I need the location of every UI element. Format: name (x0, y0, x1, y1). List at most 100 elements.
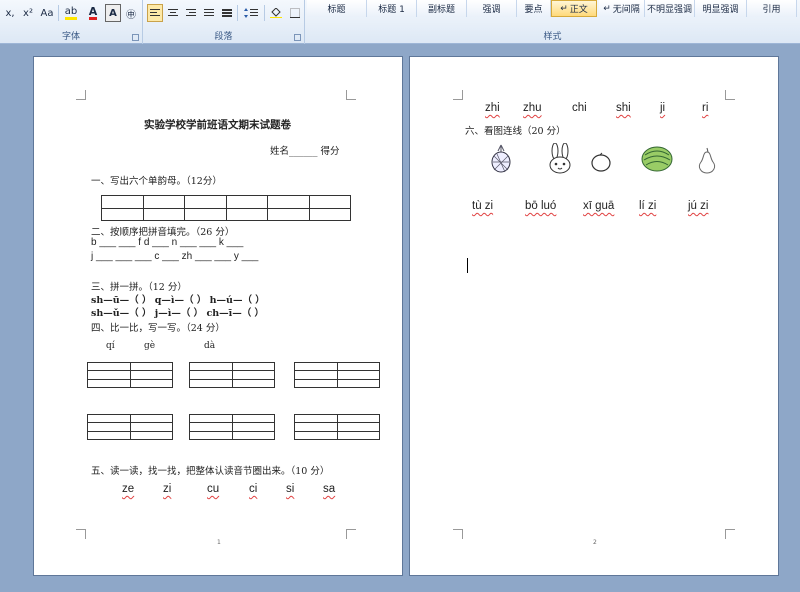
distributed-icon (222, 8, 232, 17)
font-dialog-launcher[interactable] (132, 34, 139, 41)
align-center-button[interactable] (165, 4, 181, 22)
syllable: shi (616, 102, 631, 114)
text-cursor (467, 258, 468, 273)
line-spacing-button[interactable] (240, 4, 262, 22)
question-4: 四、比一比，写一写。（24 分） (91, 323, 225, 334)
page-number: 2 (593, 539, 597, 546)
syllable: ji (660, 102, 666, 114)
pinyin-sequence-row-2: j ___ ___ ___ c ___ zh ___ ___ y ___ (91, 251, 259, 262)
crop-mark (346, 529, 356, 539)
crop-mark (725, 90, 735, 100)
syllable: zi (163, 483, 172, 495)
style-key-point[interactable]: 要点 (517, 0, 551, 17)
style-heading[interactable]: 标题 (307, 0, 367, 17)
paragraph-dialog-launcher[interactable] (294, 34, 301, 41)
spelling-row-1: sh—ū—（ ） q—ì—（ ） h—ú—（ ） (91, 295, 265, 306)
question-2: 二、按顺序把拼音填完。（26 分） (91, 227, 235, 238)
borders-icon (290, 8, 300, 18)
writing-grid (294, 414, 380, 440)
word: bō luó (525, 200, 557, 212)
paragraph-group-label: 段落 (214, 32, 233, 42)
pear-icon (698, 147, 716, 174)
crop-mark (453, 529, 463, 539)
ribbon: x, x² Aa ab A A ㊥ 字体 段落 标题 标题 1 副标题 强调 要… (0, 0, 800, 44)
syllable: ci (249, 483, 258, 495)
style-emphasis[interactable]: 强调 (467, 0, 517, 17)
style-no-spacing[interactable]: ↵ 无间隔 (599, 0, 645, 17)
compare-hint: qí (106, 341, 115, 351)
shading-button[interactable] (267, 4, 285, 22)
style-normal-mark-icon: ↵ (560, 3, 568, 14)
question-6: 六、看图连线（20 分） (465, 126, 566, 137)
word: lí zi (639, 200, 657, 212)
writing-grid (189, 414, 275, 440)
crop-mark (346, 90, 356, 100)
line-spacing-icon (244, 8, 258, 18)
justify-button[interactable] (201, 4, 217, 22)
distributed-button[interactable] (219, 4, 235, 22)
style-subtle-emphasis[interactable]: 不明显强调 (645, 0, 695, 17)
watermelon-icon (641, 146, 673, 172)
crop-mark (453, 90, 463, 100)
compare-hint: dà (204, 341, 216, 351)
highlighter-icon: ab (64, 6, 78, 20)
align-right-icon (186, 8, 196, 16)
writing-grid (294, 362, 380, 388)
pinyin-sequence-row-1: b ___ ___ f d ___ n ___ ___ k ___ (91, 237, 244, 248)
exam-title: 实验学校学前班语文期末试题卷 (144, 119, 291, 131)
page-1[interactable]: 实验学校学前班语文期末试题卷 姓名______ 得分 一、写出六个单韵母。（12… (33, 56, 403, 576)
paint-bucket-icon (270, 8, 282, 18)
crop-mark (725, 529, 735, 539)
paragraph-group: 段落 (143, 0, 305, 44)
align-right-button[interactable] (183, 4, 199, 22)
change-case-button[interactable]: Aa (38, 4, 56, 22)
character-shading-button[interactable]: A (105, 4, 121, 22)
subscript-button[interactable]: x, (2, 4, 18, 22)
crop-mark (76, 529, 86, 539)
question-3: 三、拼一拼。（12 分） (91, 282, 187, 293)
syllable: zhi (485, 102, 500, 114)
pineapple-icon (491, 144, 511, 173)
style-heading-1[interactable]: 标题 1 (367, 0, 417, 17)
font-group: x, x² Aa ab A A ㊥ 字体 (0, 0, 143, 44)
syllable: ri (702, 102, 709, 114)
crop-mark (76, 90, 86, 100)
style-intense-emphasis[interactable]: 明显强调 (695, 0, 747, 17)
syllable: cu (207, 483, 220, 495)
vowel-grid (101, 195, 351, 221)
question-5: 五、读一读，找一找，把整体认读音节圈出来。（10 分） (91, 466, 330, 477)
name-score-line: 姓名______ 得分 (270, 146, 340, 157)
syllable: si (286, 483, 295, 495)
page-number: 1 (217, 539, 221, 546)
writing-grid (87, 362, 173, 388)
align-center-icon (168, 8, 178, 16)
writing-grid (189, 362, 275, 388)
syllable: sa (323, 483, 336, 495)
borders-button[interactable] (287, 4, 303, 22)
style-normal[interactable]: ↵ 正文 (551, 0, 597, 17)
compare-hint: gè (144, 341, 156, 351)
style-no-spacing-mark-icon: ↵ (603, 3, 611, 14)
word: tù zi (472, 200, 494, 212)
enclose-character-button[interactable]: ㊥ (123, 4, 139, 22)
superscript-button[interactable]: x² (20, 4, 36, 22)
word: xī guā (583, 200, 615, 212)
highlight-button[interactable]: ab (60, 4, 82, 22)
styles-group: 标题 标题 1 副标题 强调 要点 ↵ 正文 ↵ 无间隔 不明显强调 明显强调 引用… (305, 0, 800, 44)
align-left-icon (150, 8, 160, 16)
rabbit-icon (549, 143, 571, 174)
syllable: ze (122, 483, 135, 495)
style-subtitle[interactable]: 副标题 (417, 0, 467, 17)
font-color-icon: A (88, 4, 98, 20)
question-1: 一、写出六个单韵母。（12分） (91, 176, 222, 187)
style-quote[interactable]: 引用 (747, 0, 797, 17)
align-left-button[interactable] (147, 4, 163, 22)
orange-icon (591, 152, 611, 172)
font-color-button[interactable]: A (84, 4, 102, 22)
spelling-row-2: sh—ǔ—（ ） j—ì—（ ） ch—ī—（ ） (91, 308, 265, 319)
writing-grid (87, 414, 173, 440)
page-2[interactable]: zhi zhu chi shi ji ri 六、看图连线（20 分） tù zi… (409, 56, 779, 576)
syllable: zhu (523, 102, 542, 114)
justify-icon (204, 8, 214, 16)
word: jú zi (688, 200, 709, 212)
